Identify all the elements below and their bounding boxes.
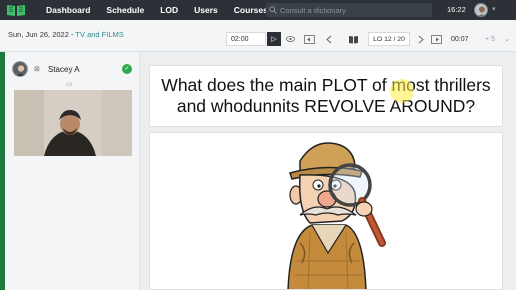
slide-question: What does the main PLOT of most thriller…	[161, 75, 491, 116]
lesson-counter: LO 12 / 20	[368, 32, 410, 46]
chevron-down-icon[interactable]: ▾	[492, 0, 496, 20]
main-nav: Dashboard Schedule LOD Users Courses	[32, 0, 268, 20]
next-slide-icon[interactable]	[413, 32, 427, 46]
lesson-toolbar: Sun, Jun 26, 2022 - TV and FILMS 02:00 ▷…	[0, 20, 516, 52]
add-time-button[interactable]: + 5	[485, 32, 499, 46]
book-icon[interactable]	[346, 32, 360, 46]
question-card: What does the main PLOT of most thriller…	[149, 65, 503, 127]
last-slide-icon[interactable]	[429, 32, 443, 46]
participant-row[interactable]: ⊠ Stacey A ✓	[12, 60, 132, 78]
prev-slide-icon[interactable]	[322, 32, 336, 46]
search-icon	[266, 3, 280, 17]
elapsed-time: 00:07	[451, 35, 469, 43]
cursor-highlight	[390, 79, 414, 103]
nav-users[interactable]: Users	[194, 0, 218, 20]
participant-avatar	[12, 61, 28, 77]
slide-image-card	[149, 132, 503, 290]
lesson-category[interactable]: TV and FILMS	[75, 30, 123, 39]
top-nav-bar: Dashboard Schedule LOD Users Courses 16:…	[0, 0, 516, 20]
clock-time: 16:22	[447, 5, 466, 14]
mic-icon[interactable]: ⊠	[34, 65, 44, 73]
play-button[interactable]: ▷	[267, 32, 281, 46]
online-status-check-icon: ✓	[122, 64, 132, 74]
accent-sidebar-strip	[0, 52, 5, 290]
inbox-icon[interactable]: ▭	[66, 80, 73, 88]
nav-courses[interactable]: Courses	[234, 0, 268, 20]
book-logo-icon[interactable]	[0, 0, 32, 20]
dictionary-search[interactable]	[266, 3, 432, 17]
participant-name: Stacey A	[48, 64, 80, 74]
dictionary-search-input[interactable]	[280, 5, 428, 15]
nav-dashboard[interactable]: Dashboard	[46, 0, 90, 20]
user-avatar[interactable]	[474, 3, 488, 17]
timer-field[interactable]: 02:00	[226, 32, 266, 46]
detective-illustration	[287, 142, 386, 289]
chevron-down-icon[interactable]: ⌄	[500, 32, 514, 46]
participant-video	[14, 90, 132, 156]
lesson-date-line: Sun, Jun 26, 2022 - TV and FILMS	[8, 30, 124, 39]
eye-icon[interactable]	[283, 32, 297, 46]
nav-lod[interactable]: LOD	[160, 0, 178, 20]
lesson-date: Sun, Jun 26, 2022	[8, 30, 69, 39]
first-slide-icon[interactable]	[302, 32, 316, 46]
nav-schedule[interactable]: Schedule	[106, 0, 144, 20]
